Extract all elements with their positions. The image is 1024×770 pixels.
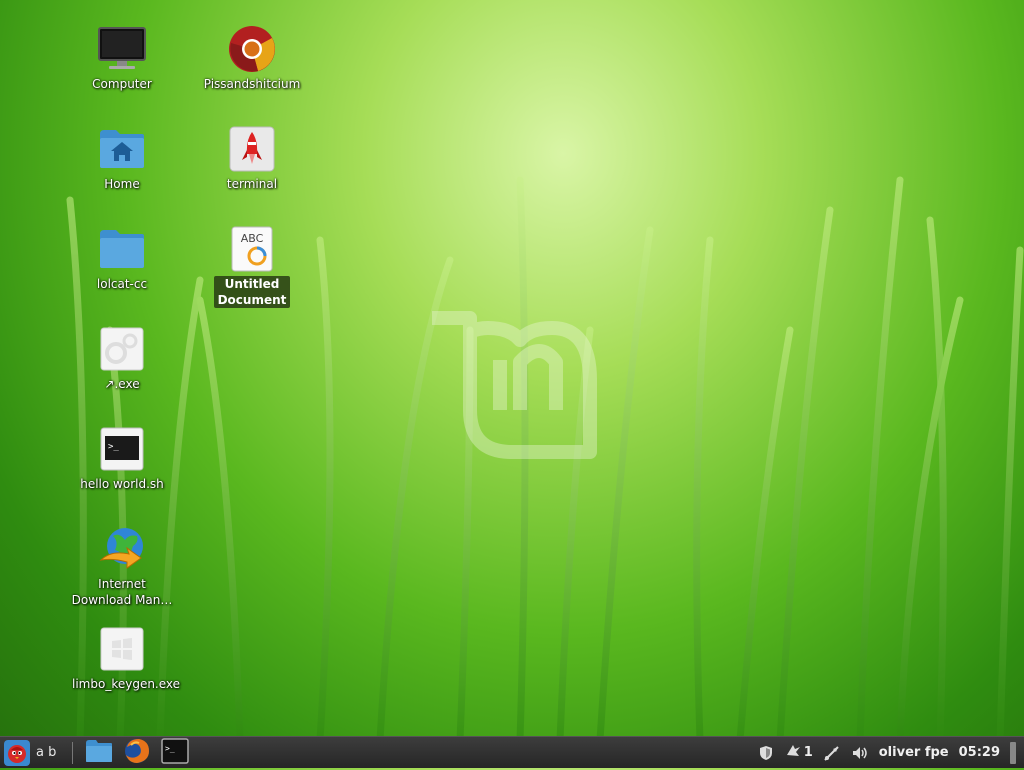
terminal-launcher[interactable]: >_: [161, 737, 190, 768]
volume-icon[interactable]: [851, 745, 869, 761]
menu-label: a b: [36, 745, 57, 760]
taskbar: a b >_ 1 oliver fpe 05:29: [0, 736, 1024, 768]
text-document-icon: ABC: [227, 224, 277, 274]
notifications-count: 1: [803, 745, 813, 760]
desktop-icon-limbo-keygen[interactable]: limbo_keygen.exe: [72, 624, 181, 692]
desktop-icon-hello-world-sh[interactable]: >_ hello world.sh: [72, 424, 172, 492]
files-launcher[interactable]: [85, 739, 113, 767]
rocket-icon: [227, 124, 277, 174]
globe-download-icon: [97, 524, 147, 574]
desktop-icon-chrome[interactable]: Pissandshitcium: [202, 24, 302, 92]
network-icon[interactable]: [823, 745, 841, 761]
desktop-icon-label: terminal: [226, 177, 278, 191]
chrome-icon: [227, 24, 277, 74]
svg-text:ABC: ABC: [241, 232, 264, 245]
home-folder-icon: [97, 124, 147, 174]
menu-button[interactable]: a b: [4, 739, 57, 766]
desktop-icon-label: limbo_keygen.exe: [72, 677, 181, 691]
user-name[interactable]: oliver fpe: [879, 745, 949, 760]
folder-icon: [97, 224, 147, 274]
firefox-icon: [123, 737, 151, 769]
panel-separator: [72, 741, 74, 764]
clock[interactable]: 05:29: [959, 745, 1000, 760]
notifications-tray[interactable]: 1: [784, 743, 813, 763]
firefox-launcher[interactable]: [123, 737, 151, 769]
windows-executable-icon: [97, 624, 147, 674]
menu-icon: [4, 739, 30, 766]
desktop-icon-lolcat-cc[interactable]: lolcat-cc: [72, 224, 172, 292]
svg-text:>_: >_: [108, 442, 119, 452]
desktop-icon-home[interactable]: Home: [72, 124, 172, 192]
computer-icon: [97, 24, 147, 74]
system-tray: 1 oliver fpe 05:29: [758, 741, 1024, 764]
desktop-icon-label: Pissandshitcium: [203, 77, 301, 91]
desktop-icon-computer[interactable]: Computer: [72, 24, 172, 92]
show-desktop-button[interactable]: [1010, 741, 1016, 764]
desktop-icon-label: Internet Download Man…: [71, 577, 173, 607]
svg-text:>_: >_: [165, 744, 175, 753]
shield-icon[interactable]: [758, 745, 774, 761]
desktop-icon-untitled-document[interactable]: ABC Untitled Document: [202, 224, 302, 308]
desktop-icon-label: Untitled Document: [214, 276, 290, 308]
shell-script-icon: >_: [97, 424, 147, 474]
desktop-icon-label: lolcat-cc: [96, 277, 148, 291]
desktop-icon-exe[interactable]: ↗.exe: [72, 324, 172, 392]
desktop-icon-label: Home: [104, 177, 140, 191]
notification-icon: [784, 743, 802, 763]
desktop-icon-label: hello world.sh: [80, 477, 164, 491]
desktop-icon-internet-download-manager[interactable]: Internet Download Man…: [72, 524, 172, 608]
executable-icon: [97, 324, 147, 374]
desktop-icon-label: Computer: [92, 77, 152, 91]
desktop-icon-terminal-launcher[interactable]: terminal: [202, 124, 302, 192]
desktop-icon-label: ↗.exe: [104, 377, 140, 391]
terminal-icon: >_: [161, 737, 190, 768]
files-icon: [85, 739, 113, 767]
